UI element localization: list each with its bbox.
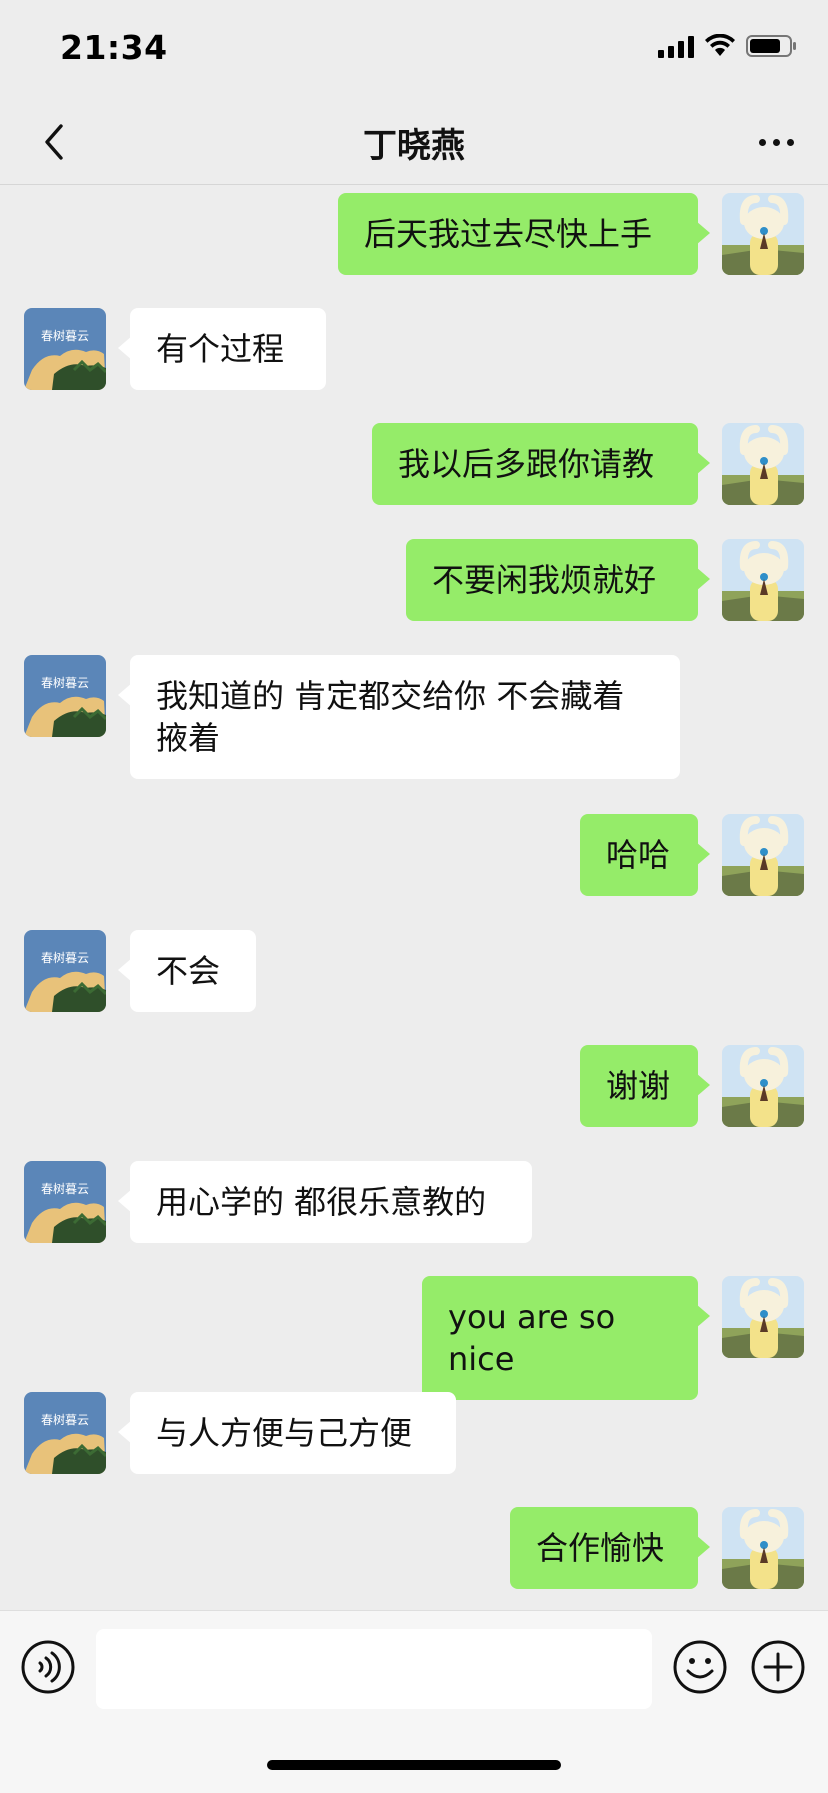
message-bubble[interactable]: 后天我过去尽快上手	[338, 193, 710, 275]
status-bar: 21:34	[0, 0, 828, 100]
status-icons	[658, 34, 798, 58]
message-bubble[interactable]: you are so nice	[422, 1276, 710, 1400]
ellipsis-icon[interactable]	[750, 118, 802, 166]
message-bubble[interactable]: 合作愉快	[510, 1507, 710, 1589]
message-bubble[interactable]: 与人方便与己方便	[118, 1392, 456, 1474]
message-bubble[interactable]: 哈哈	[580, 814, 710, 896]
svg-text:春树暮云: 春树暮云	[41, 1412, 89, 1427]
my-avatar[interactable]	[722, 193, 804, 275]
plus-icon[interactable]	[750, 1639, 806, 1695]
my-avatar[interactable]	[722, 1507, 804, 1589]
my-avatar[interactable]	[722, 423, 804, 505]
wifi-icon	[705, 34, 735, 56]
emoji-icon[interactable]	[672, 1639, 728, 1695]
cellular-signal-icon	[658, 34, 694, 58]
svg-text:春树暮云: 春树暮云	[41, 1181, 89, 1196]
message-input[interactable]	[96, 1629, 652, 1709]
message-bubble[interactable]: 有个过程	[118, 308, 326, 390]
my-avatar[interactable]	[722, 1045, 804, 1127]
message-bubble[interactable]: 我以后多跟你请教	[372, 423, 710, 505]
message-bubble[interactable]: 不要闲我烦就好	[406, 539, 710, 621]
my-avatar[interactable]	[722, 814, 804, 896]
message-bubble[interactable]: 不会	[118, 930, 256, 1012]
contact-avatar[interactable]: 春树暮云	[24, 1392, 106, 1474]
contact-avatar[interactable]: 春树暮云	[24, 308, 106, 390]
chat-title: 丁晓燕	[363, 126, 465, 166]
status-time: 21:34	[60, 28, 168, 67]
svg-text:春树暮云: 春树暮云	[41, 675, 89, 690]
home-indicator[interactable]	[267, 1760, 561, 1770]
voice-icon[interactable]	[20, 1639, 76, 1695]
contact-avatar[interactable]: 春树暮云	[24, 930, 106, 1012]
battery-icon	[746, 35, 796, 57]
my-avatar[interactable]	[722, 1276, 804, 1358]
chat-header: 丁晓燕	[0, 100, 828, 185]
message-bubble[interactable]: 用心学的 都很乐意教的	[118, 1161, 532, 1243]
svg-text:春树暮云: 春树暮云	[41, 950, 89, 965]
my-avatar[interactable]	[722, 539, 804, 621]
message-bubble[interactable]: 我知道的 肯定都交给你 不会藏着掖着	[118, 655, 680, 779]
message-bubble[interactable]: 谢谢	[580, 1045, 710, 1127]
contact-avatar[interactable]: 春树暮云	[24, 1161, 106, 1243]
message-list[interactable]: 后天我过去尽快上手 春树暮云 有个过程 我以后多跟你请教 不要闲我烦就好 春树暮…	[0, 185, 828, 1610]
svg-text:春树暮云: 春树暮云	[41, 328, 89, 343]
input-bar	[0, 1610, 828, 1793]
contact-avatar[interactable]: 春树暮云	[24, 655, 106, 737]
